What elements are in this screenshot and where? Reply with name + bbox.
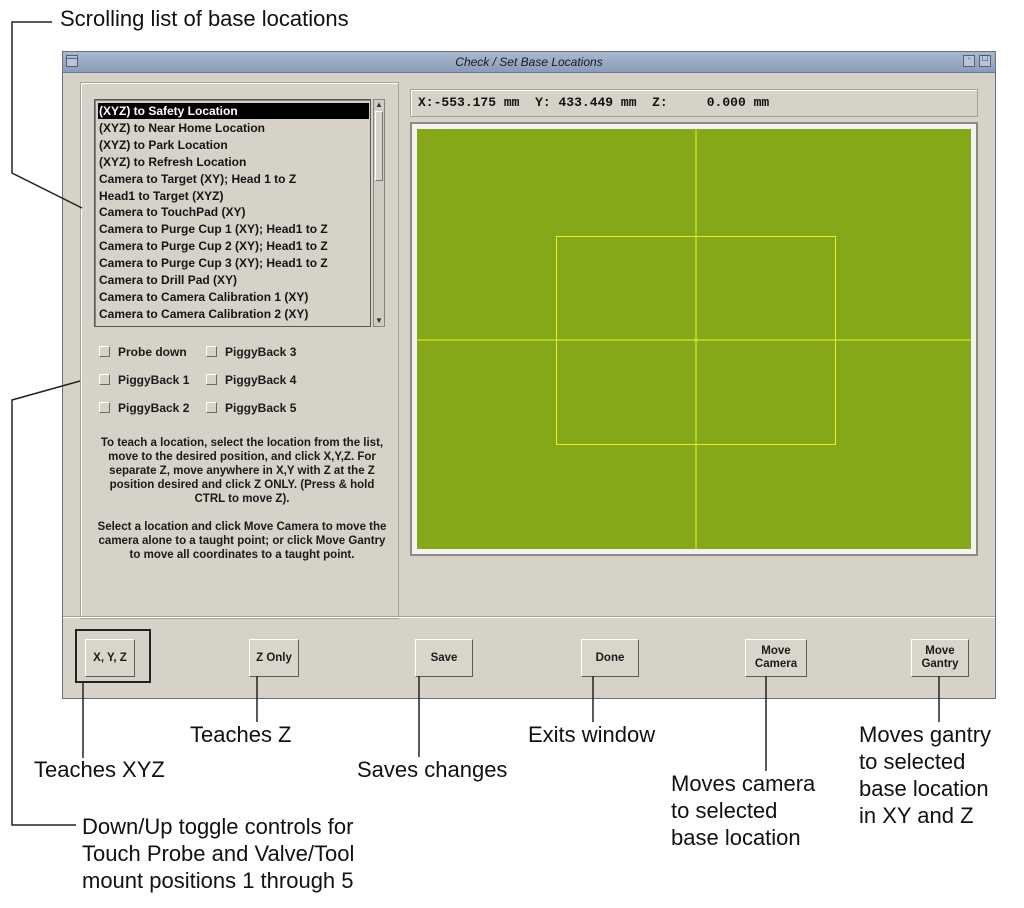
callout-leader-lines <box>11 21 940 826</box>
leader-toggle-controls <box>11 380 81 826</box>
leader-scrolling-list <box>11 21 83 209</box>
